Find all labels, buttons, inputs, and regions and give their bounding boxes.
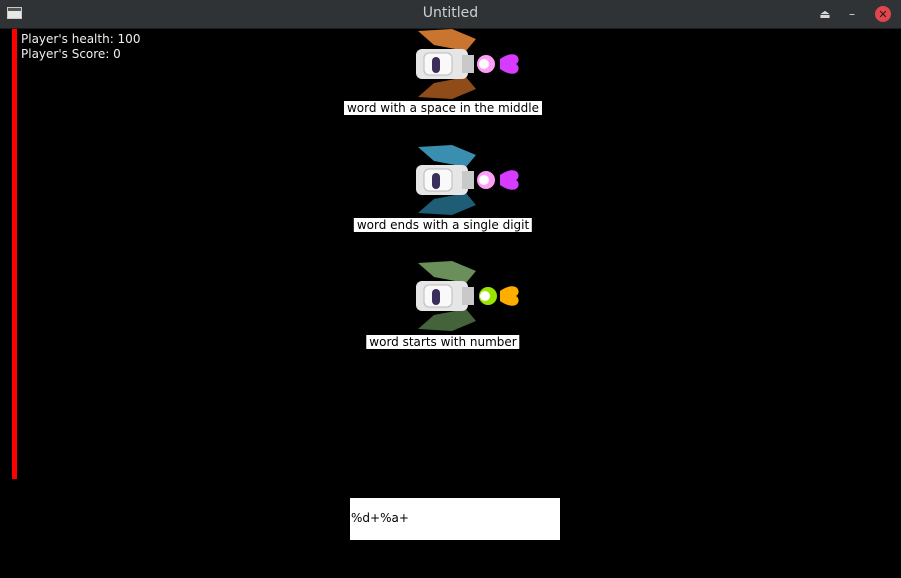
game-canvas: Player's health: 100 Player's Score: 0 w…: [0, 29, 901, 578]
enemy-label-3: word starts with number: [366, 335, 520, 349]
player-health-text: Player's health: 100: [21, 32, 141, 46]
player-health-bar: [12, 29, 17, 479]
enemy-label-1: word with a space in the middle: [343, 101, 543, 115]
minimize-icon[interactable]: –: [844, 6, 860, 22]
enemy-ship-2: [416, 145, 519, 215]
enemy-ship-1: [416, 29, 519, 99]
enemy-ship-3: [416, 261, 519, 331]
window-title: Untitled: [422, 5, 479, 21]
keep-above-icon[interactable]: ⏏: [817, 6, 833, 22]
close-icon[interactable]: ✕: [875, 6, 891, 22]
player-score-text: Player's Score: 0: [21, 47, 121, 61]
word-input-field[interactable]: %d+%a+: [350, 498, 560, 540]
enemy-label-2: word ends with a single digit: [353, 218, 533, 232]
window-titlebar[interactable]: Untitled ⏏ – ✕: [0, 0, 901, 29]
